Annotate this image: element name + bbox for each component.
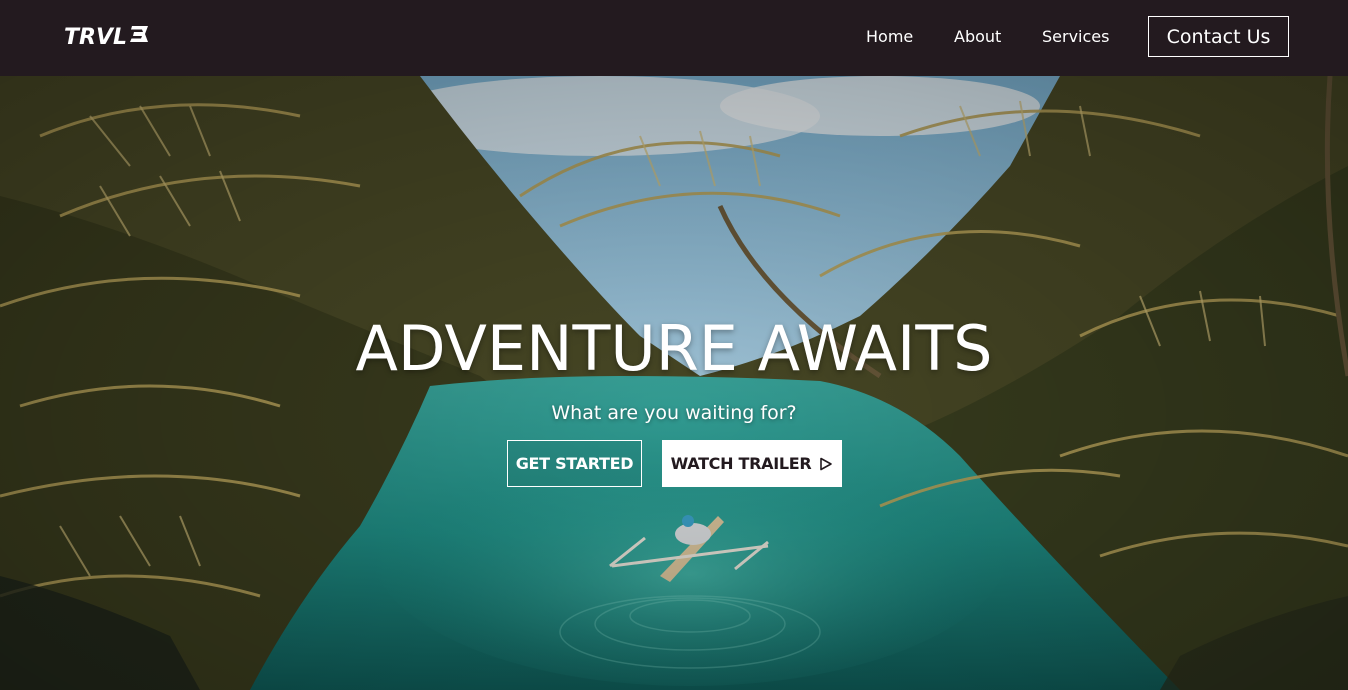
contact-us-button[interactable]: Contact Us [1148, 16, 1289, 57]
nav-link-home[interactable]: Home [866, 27, 913, 46]
hero-section: ADVENTURE AWAITS What are you waiting fo… [0, 76, 1348, 690]
hero-title: ADVENTURE AWAITS [355, 312, 993, 385]
play-icon [819, 457, 833, 471]
logo-mark-icon [128, 24, 150, 50]
logo[interactable]: TRVL [64, 22, 150, 52]
navbar: TRVL Home About Services Contact Us [0, 0, 1348, 76]
logo-text: TRVL [64, 24, 127, 50]
get-started-button[interactable]: GET STARTED [507, 440, 642, 487]
nav-link-services[interactable]: Services [1042, 27, 1109, 46]
watch-trailer-button[interactable]: WATCH TRAILER [662, 440, 842, 487]
nav-link-about[interactable]: About [954, 27, 1001, 46]
get-started-label: GET STARTED [515, 454, 634, 473]
watch-trailer-label: WATCH TRAILER [670, 454, 812, 473]
hero-subtitle: What are you waiting for? [551, 402, 797, 424]
